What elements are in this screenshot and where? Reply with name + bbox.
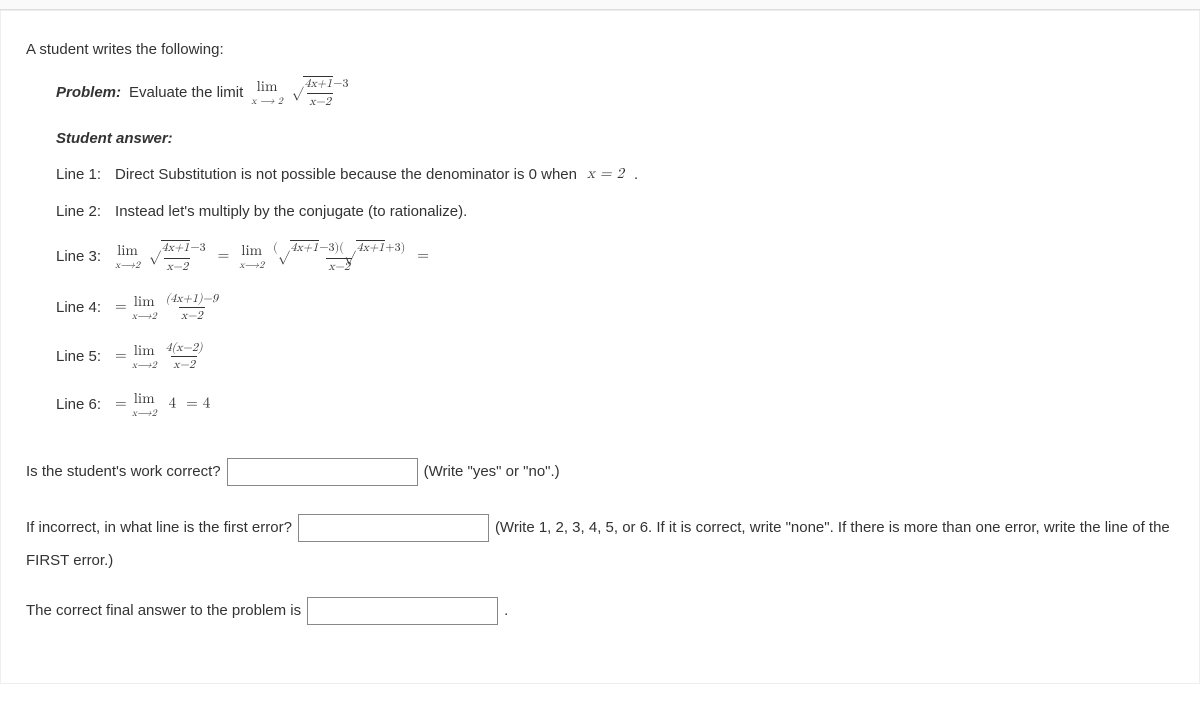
lim-symbol: lim (134, 343, 155, 358)
sqrt-arg: 4x+1 (290, 240, 320, 255)
lim-symbol: lim (117, 243, 138, 258)
lim-symbol: lim (241, 243, 262, 258)
line-4: Line 4: = lim x⟶2 (4x+1)−9 x−2 (56, 293, 1174, 322)
window-topbar (0, 0, 1200, 10)
frac-den: x−2 (307, 93, 333, 108)
q2-tail: FIRST error.) (26, 552, 113, 569)
lim-symbol: lim (257, 79, 278, 94)
lim-subscript: x ⟶ 2 (251, 96, 283, 106)
frac-den: x−2 (179, 307, 205, 322)
equals-sign: = (218, 248, 230, 263)
frac-den: x−2 (326, 258, 352, 273)
frac-den: x−2 (171, 356, 197, 371)
q2-text: If incorrect, in what line is the first … (26, 519, 292, 536)
line-1: Line 1: Direct Substitution is not possi… (56, 165, 1174, 183)
sqrt-arg: 4x+1 (161, 240, 191, 255)
lim-subscript: x⟶2 (239, 260, 264, 270)
num-mid: −3 (319, 242, 334, 254)
line-5-expression: = lim x⟶2 4(x−2) x−2 (115, 342, 205, 371)
line-5: Line 5: = lim x⟶2 4(x−2) x−2 (56, 342, 1174, 371)
lim-subscript: x⟶2 (132, 311, 157, 321)
problem-statement: Problem: Evaluate the limit lim x ⟶ 2 √4… (56, 76, 1174, 108)
line-3-label: Line 3: (56, 248, 101, 265)
problem-limit-expression: lim x ⟶ 2 √4x+1−3 x−2 (251, 76, 350, 108)
line-6: Line 6: = lim x⟶2 4 = 4 (56, 391, 1174, 418)
line-2-label: Line 2: (56, 203, 101, 220)
line-3-expression: lim x⟶2 √4x+1−3 x−2 = lim x⟶2 (√4x+1−3)(… (115, 240, 429, 272)
document-body: A student writes the following: Problem:… (0, 10, 1200, 684)
line-4-expression: = lim x⟶2 (4x+1)−9 x−2 (115, 293, 220, 322)
line-3: Line 3: lim x⟶2 √4x+1−3 x−2 = lim x⟶2 (√… (56, 240, 1174, 272)
lim-value: 4 (169, 396, 177, 411)
problem-text: Evaluate the limit (129, 84, 243, 101)
num-tail: −3 (190, 242, 205, 254)
line-1-eq: x = 2 (587, 165, 624, 183)
frac-num: (4x+1)−9 (164, 293, 220, 307)
lim-subscript: x⟶2 (115, 260, 140, 270)
line-4-label: Line 4: (56, 299, 101, 316)
lim-symbol: lim (134, 391, 155, 406)
line-1-text: Direct Substitution is not possible beca… (115, 166, 577, 183)
equals-prefix: = (115, 299, 132, 314)
q2-hint: (Write 1, 2, 3, 4, 5, or 6. If it is cor… (495, 519, 1170, 536)
equals-sign: = (417, 248, 429, 263)
frac-num: 4(x−2) (164, 342, 205, 356)
q3-tail: . (504, 602, 508, 619)
student-answer-label: Student answer: (56, 130, 1174, 147)
frac-den: x−2 (164, 258, 190, 273)
question-1: Is the student's work correct? (Write "y… (26, 458, 1174, 486)
question-2: If incorrect, in what line is the first … (26, 514, 1174, 542)
q1-hint: (Write "yes" or "no".) (424, 463, 560, 480)
equals-prefix: = (115, 396, 132, 411)
line-5-label: Line 5: (56, 348, 101, 365)
num-mid: +3 (385, 242, 400, 254)
line-6-expression: = lim x⟶2 4 = 4 (115, 391, 210, 418)
line-2-text: Instead let's multiply by the conjugate … (115, 203, 467, 220)
question-2-tail: FIRST error.) (26, 552, 1174, 569)
line-1-label: Line 1: (56, 166, 101, 183)
q1-text: Is the student's work correct? (26, 463, 221, 480)
lim-symbol: lim (134, 294, 155, 309)
sqrt-arg: 4x+1 (356, 240, 386, 255)
question-3: The correct final answer to the problem … (26, 597, 1174, 625)
line-1-tail: . (634, 166, 638, 183)
final-result: = 4 (186, 396, 210, 411)
problem-label: Problem: (56, 84, 121, 101)
lim-subscript: x⟶2 (132, 360, 157, 370)
q1-answer-input[interactable] (227, 458, 418, 486)
sqrt-arg: 4x+1 (303, 76, 333, 91)
q3-text: The correct final answer to the problem … (26, 602, 301, 619)
num-tail: −3 (333, 78, 348, 90)
lim-subscript: x⟶2 (132, 408, 157, 418)
intro-text: A student writes the following: (26, 41, 1174, 58)
q3-answer-input[interactable] (307, 597, 498, 625)
line-2: Line 2: Instead let's multiply by the co… (56, 203, 1174, 220)
q2-answer-input[interactable] (298, 514, 489, 542)
line-6-label: Line 6: (56, 396, 101, 413)
equals-prefix: = (115, 348, 132, 363)
